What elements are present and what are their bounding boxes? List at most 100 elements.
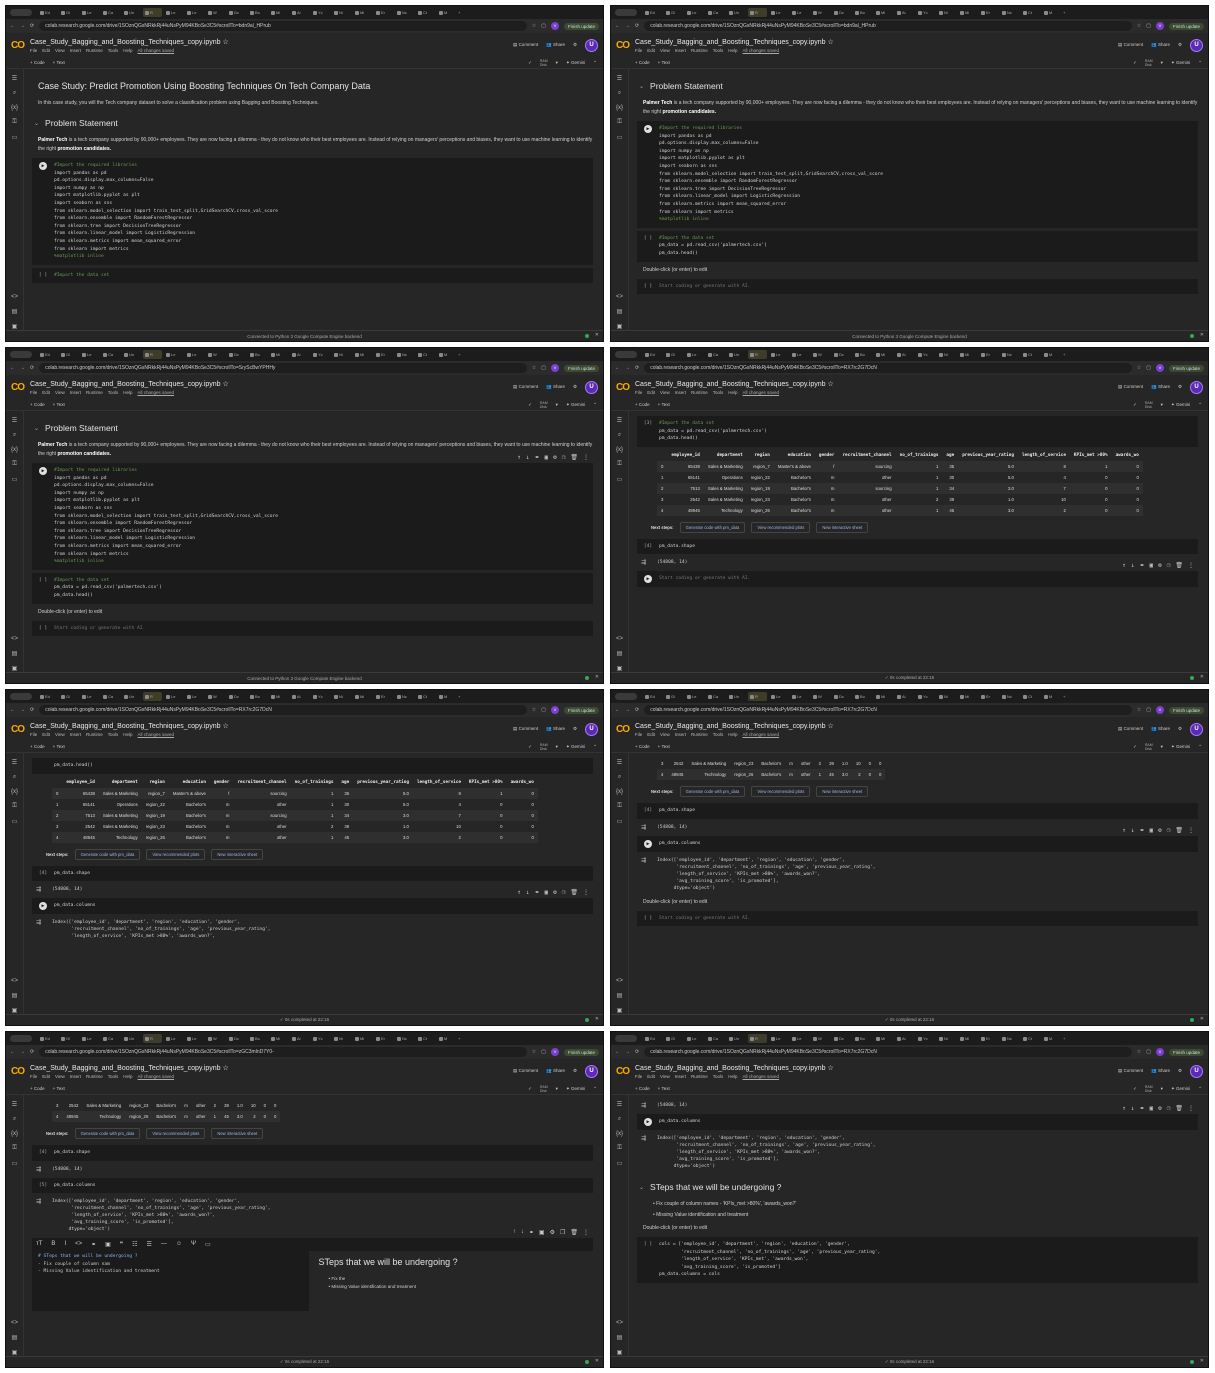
notebook-title[interactable]: Case_Study_Bagging_and_Boosting_Techniqu… bbox=[30, 38, 507, 46]
close-status-icon[interactable]: ✕ bbox=[595, 674, 599, 680]
menu-item-help[interactable]: Help bbox=[123, 48, 132, 53]
browser-tab[interactable]: Le bbox=[790, 1034, 809, 1043]
menu-item-runtime[interactable]: Runtime bbox=[691, 1074, 708, 1079]
menu-item-runtime[interactable]: Runtime bbox=[691, 48, 708, 53]
browser-tab[interactable]: Le bbox=[685, 8, 704, 17]
url-input[interactable]: colab.research.google.com/drive/1SOznQGs… bbox=[39, 1047, 527, 1057]
browser-tab[interactable]: Le bbox=[80, 692, 99, 701]
browser-tab[interactable]: Un bbox=[727, 1034, 746, 1043]
code-editor[interactable]: pm_data.shape bbox=[659, 543, 1194, 551]
colab-logo[interactable]: CO bbox=[11, 1066, 25, 1077]
move-down-icon[interactable]: ↓ bbox=[1131, 1105, 1135, 1113]
settings-icon[interactable]: ⚙ bbox=[573, 384, 577, 390]
add-text-button[interactable]: + Text bbox=[658, 1086, 670, 1091]
reload-icon[interactable]: ⟳ bbox=[30, 1049, 34, 1055]
browser-tab[interactable]: Yc bbox=[311, 1034, 330, 1043]
settings-icon[interactable]: ⚙ bbox=[573, 42, 577, 48]
add-text-button[interactable]: + Text bbox=[658, 744, 670, 749]
browser-tab[interactable]: R bbox=[143, 350, 162, 359]
colab-logo[interactable]: CO bbox=[11, 382, 25, 393]
finish-update-button[interactable]: Finish update bbox=[1168, 364, 1204, 372]
command-palette-icon[interactable]: ▤ bbox=[617, 1334, 623, 1341]
share-button[interactable]: 👥 Share bbox=[546, 1068, 565, 1074]
browser-tab[interactable]: Yc bbox=[311, 350, 330, 359]
add-text-button[interactable]: + Text bbox=[658, 402, 670, 407]
copy-icon[interactable]: ❐ bbox=[560, 1229, 565, 1236]
collapse-icon[interactable]: ⌃ bbox=[1198, 744, 1202, 750]
variables-icon[interactable]: {x} bbox=[616, 789, 623, 795]
browser-tab[interactable]: Nc bbox=[395, 1034, 414, 1043]
colab-logo[interactable]: CO bbox=[11, 724, 25, 735]
browser-tab[interactable]: W bbox=[811, 8, 830, 17]
code-snippets-icon[interactable]: <> bbox=[616, 1320, 623, 1326]
browser-tab[interactable]: R bbox=[143, 8, 162, 17]
move-up-icon[interactable]: ↑ bbox=[1122, 562, 1126, 570]
terminal-icon[interactable]: ▣ bbox=[12, 1349, 18, 1356]
browser-tab[interactable]: Ca bbox=[101, 692, 120, 701]
browser-tab[interactable]: Ed bbox=[643, 692, 662, 701]
browser-tab[interactable]: Mi bbox=[958, 692, 977, 701]
browser-tab[interactable]: Ed bbox=[38, 1034, 57, 1043]
saved-status-link[interactable]: All changes saved bbox=[138, 1074, 175, 1079]
forward-icon[interactable]: → bbox=[20, 707, 25, 713]
column-header[interactable]: age bbox=[942, 450, 958, 461]
italic-icon[interactable]: I bbox=[64, 1241, 66, 1248]
move-up-icon[interactable]: ↑ bbox=[517, 889, 521, 897]
collapse-chevron-icon[interactable]: ⌄ bbox=[639, 83, 644, 90]
browser-tab[interactable]: M bbox=[437, 692, 456, 701]
gemini-button[interactable]: ✦ Gemini bbox=[1171, 402, 1190, 408]
variables-icon[interactable]: {x} bbox=[616, 105, 623, 111]
browser-tab[interactable]: Gl bbox=[664, 350, 683, 359]
browser-tab[interactable]: Er bbox=[979, 350, 998, 359]
next-step-button[interactable]: Generate code with pm_data bbox=[679, 521, 746, 533]
secrets-key-icon[interactable]: ⚿ bbox=[617, 803, 622, 810]
url-input[interactable]: colab.research.google.com/drive/1SOznQGs… bbox=[39, 363, 527, 373]
browser-tab[interactable]: Mi bbox=[353, 692, 372, 701]
user-avatar[interactable]: U bbox=[585, 722, 598, 736]
extensions-icon[interactable]: ▢ bbox=[1146, 365, 1151, 371]
bookmark-star-icon[interactable]: ☆ bbox=[532, 1049, 536, 1055]
menu-item-insert[interactable]: Insert bbox=[675, 48, 686, 53]
profile-avatar[interactable]: V bbox=[1155, 1048, 1164, 1056]
bookmark-star-icon[interactable]: ☆ bbox=[1137, 23, 1141, 29]
more-icon[interactable]: ⋮ bbox=[583, 889, 589, 897]
browser-tab[interactable]: Er bbox=[979, 692, 998, 701]
browser-tab[interactable]: Mi bbox=[353, 1034, 372, 1043]
latex-icon[interactable]: Ψ bbox=[191, 1241, 196, 1248]
bookmark-star-icon[interactable]: ☆ bbox=[532, 707, 536, 713]
menu-item-file[interactable]: File bbox=[30, 390, 37, 395]
menu-item-tools[interactable]: Tools bbox=[108, 1074, 119, 1079]
browser-tab[interactable]: Dc bbox=[227, 1034, 246, 1043]
secrets-key-icon[interactable]: ⚿ bbox=[12, 803, 17, 810]
settings-icon[interactable]: ⚙ bbox=[1178, 384, 1182, 390]
browser-tab[interactable]: Ca bbox=[706, 692, 725, 701]
secrets-key-icon[interactable]: ⚿ bbox=[617, 1145, 622, 1152]
extensions-icon[interactable]: ▢ bbox=[541, 707, 546, 713]
code-cell[interactable]: [4] pm_data.shape bbox=[32, 865, 593, 882]
menu-item-runtime[interactable]: Runtime bbox=[86, 732, 103, 737]
browser-tab[interactable]: Dc bbox=[227, 8, 246, 17]
browser-tab[interactable]: Ca bbox=[101, 1034, 120, 1043]
profile-avatar[interactable]: V bbox=[550, 22, 559, 30]
browser-tab[interactable]: Nc bbox=[1000, 1034, 1019, 1043]
new-tab-icon[interactable]: + bbox=[458, 10, 460, 15]
link-icon[interactable]: ⚭ bbox=[529, 1229, 534, 1236]
output-toggle-icon[interactable]: ⇶ bbox=[641, 824, 651, 831]
toc-icon[interactable]: ☰ bbox=[617, 759, 622, 766]
copy-icon[interactable]: ❐ bbox=[1167, 562, 1171, 570]
url-input[interactable]: colab.research.google.com/drive/1SOznQGs… bbox=[39, 21, 527, 31]
menu-item-runtime[interactable]: Runtime bbox=[86, 48, 103, 53]
collapse-icon[interactable]: ⌃ bbox=[1198, 1086, 1202, 1092]
copy-icon[interactable]: ❐ bbox=[562, 889, 566, 897]
next-step-button[interactable]: New interactive sheet bbox=[816, 521, 869, 533]
menu-item-edit[interactable]: Edit bbox=[42, 732, 50, 737]
star-icon[interactable]: ☆ bbox=[221, 723, 229, 730]
command-palette-icon[interactable]: ▤ bbox=[12, 1334, 18, 1341]
column-header[interactable]: age bbox=[337, 777, 353, 788]
browser-tab[interactable]: Le bbox=[185, 692, 204, 701]
reload-icon[interactable]: ⟳ bbox=[635, 23, 639, 29]
extensions-icon[interactable]: ▢ bbox=[1146, 1049, 1151, 1055]
secrets-key-icon[interactable]: ⚿ bbox=[617, 119, 622, 126]
terminal-icon[interactable]: ▣ bbox=[617, 1007, 623, 1014]
browser-tab[interactable]: Nc bbox=[395, 350, 414, 359]
